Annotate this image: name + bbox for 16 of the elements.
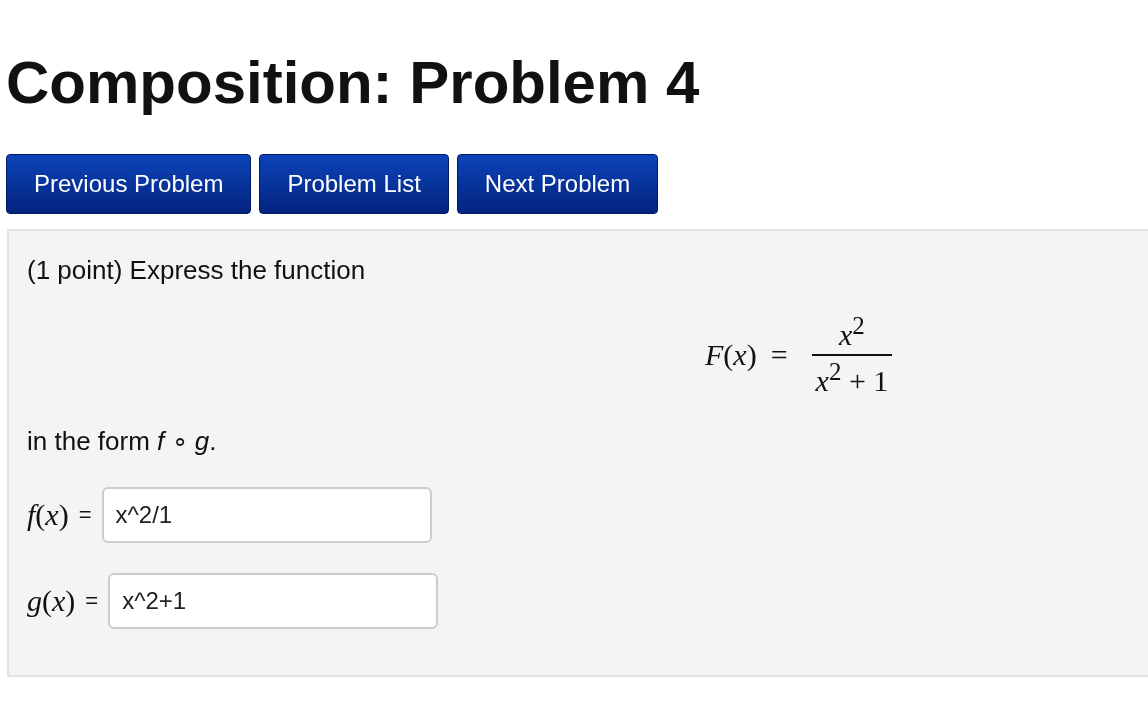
- answer-label: f(x): [27, 498, 69, 532]
- nav-button[interactable]: Next Problem: [456, 154, 659, 214]
- answer-label: g(x): [27, 584, 76, 618]
- denominator: x$^{2}$ + 1: [811, 354, 893, 398]
- nav-button[interactable]: Previous Problem: [6, 154, 252, 214]
- equals-sign: =: [85, 588, 99, 614]
- answer-field[interactable]: x^2/1: [101, 487, 432, 543]
- nav-button[interactable]: Problem List: [259, 154, 449, 214]
- function-name: F(x): [705, 338, 757, 372]
- numerator: x$^{2}$: [837, 312, 866, 353]
- equals-sign: =: [770, 338, 788, 372]
- instruction-text: in the form f ∘ g.: [27, 426, 218, 457]
- page-title: Composition: Problem 4: [5, 48, 701, 116]
- equals-sign: =: [78, 502, 92, 528]
- answer-field[interactable]: x^2+1: [108, 573, 439, 629]
- problem-statement: (1 point) Express the function: [27, 255, 367, 286]
